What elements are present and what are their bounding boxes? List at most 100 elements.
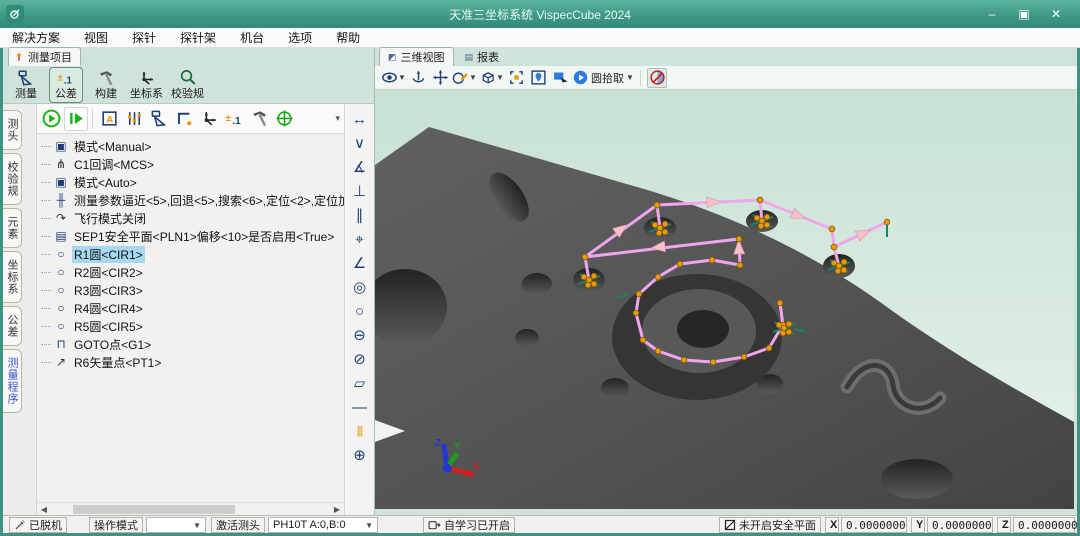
true-position-icon[interactable]: ⊕ [348,444,372,467]
circularity-icon[interactable]: ○ [348,300,372,323]
tree-item-label: 模式<Auto> [72,174,139,191]
circle-icon: ○ [53,284,69,296]
side-tab-element[interactable]: 元素 [3,208,22,248]
tree-item-2[interactable]: ▣模式<Auto> [41,173,344,191]
tree-item-7[interactable]: ○R2圆<CIR2> [41,263,344,281]
rotate-button[interactable] [408,68,428,88]
tolerance-button[interactable]: ±.1 [222,107,246,131]
menu-item-2[interactable]: 探针 [120,28,168,48]
runout-icon[interactable]: ⊘ [348,348,372,371]
tree-item-3[interactable]: ╫测量参数逼近<5>,回退<5>,搜索<6>,定位<2>,定位加<2>,测量 [41,191,344,209]
straightness-icon[interactable]: ― [348,396,372,419]
symmetry-lines-icon[interactable]: ||| [348,420,372,443]
eye-button[interactable]: ▼ [381,68,406,88]
tree-item-12[interactable]: ↗R6矢量点<PT1> [41,353,344,371]
close-button[interactable]: ✕ [1042,4,1070,24]
chevron-down-icon: ▼ [496,73,504,82]
side-tab-probe[interactable]: 测头 [3,110,22,150]
angle-arrows-icon[interactable]: ∨ [348,132,372,155]
tree-item-11[interactable]: ⊓GOTO点<G1> [41,335,344,353]
circle-pick-button[interactable]: 圆拾取▼ [572,68,634,88]
parallelism-icon[interactable]: ∥ [348,204,372,227]
cube-button[interactable]: ▼ [479,68,504,88]
side-tab-tolerance[interactable]: 公差 [3,306,22,346]
menu-item-0[interactable]: 解决方案 [0,28,72,48]
tree-item-label: R5圆<CIR5> [72,318,145,335]
element-target-button[interactable] [272,107,296,131]
panel-tab-label: 测量项目 [28,49,72,65]
parameters-button[interactable] [122,107,146,131]
axes-button[interactable] [197,107,221,131]
scrollbar-track[interactable] [51,504,330,515]
flatness-icon[interactable]: ▱ [348,372,372,395]
menu-item-5[interactable]: 选项 [276,28,324,48]
app-logo-icon [6,5,24,23]
tab-report-label: 报表 [477,49,499,65]
step-button[interactable] [64,107,88,131]
auto-frame-icon: A [100,109,119,128]
tab-measurement-project[interactable]: 测量项目 [8,47,81,66]
locate-pin-button[interactable] [528,68,548,88]
position-icon[interactable]: ⌖ [348,228,372,251]
menu-item-4[interactable]: 机台 [228,28,276,48]
construct-tool[interactable]: 构建 [89,67,123,103]
angularity-icon[interactable]: ∠ [348,252,372,275]
tab-report[interactable]: ▤报表 [456,47,509,66]
tab-3d-view[interactable]: ◩三维视图 [379,47,454,66]
tree-item-label: C1回调<MCS> [72,156,156,173]
side-tab-gauge[interactable]: 校验规 [3,153,22,205]
probe-select[interactable]: PH10T A:0,B:0 ▼ [268,517,378,533]
tree-item-1[interactable]: ⋔C1回调<MCS> [41,155,344,173]
concentricity-icon[interactable]: ◎ [348,276,372,299]
goto-button[interactable] [172,107,196,131]
title-bar: 天准三坐标系统 VispecCube 2024 – ▣ ✕ [0,0,1080,28]
tree-connector [41,200,51,201]
toolbar-overflow-icon[interactable]: ▾ [335,113,342,124]
tolerance-tool[interactable]: ±.1公差 [49,67,83,103]
window-arrow-button[interactable] [550,68,570,88]
edit-view-button[interactable]: ▼ [452,68,477,88]
distance-tolerance-icon[interactable]: ↔ [348,108,372,131]
mode-select[interactable]: ▼ [146,517,206,533]
perpendicularity-icon[interactable]: ⊥ [348,180,372,203]
svg-text:±: ± [58,72,63,82]
offline-label: 已脱机 [29,517,62,533]
tree-item-6[interactable]: ○R1圆<CIR1> [41,245,344,263]
scroll-left-icon[interactable]: ◀ [37,505,51,514]
tree-item-0[interactable]: ▣模式<Manual> [41,137,344,155]
fit-button[interactable] [506,68,526,88]
tree-item-4[interactable]: ↷飞行模式关闭 [41,209,344,227]
viewport-3d[interactable]: ZYX [375,90,1077,515]
menu-item-3[interactable]: 探针架 [168,28,228,48]
scroll-right-icon[interactable]: ▶ [330,505,344,514]
auto-frame-button[interactable]: A [97,107,121,131]
hammer-button[interactable] [247,107,271,131]
gauge-tool[interactable]: 校验规 [170,67,205,103]
maximize-button[interactable]: ▣ [1010,4,1038,24]
menu-item-6[interactable]: 帮助 [324,28,372,48]
minimize-button[interactable]: – [978,4,1006,24]
symmetry-icon[interactable]: ⊖ [348,324,372,347]
horizontal-scrollbar[interactable]: ◀ ▶ [37,502,344,515]
fit-icon [508,69,525,86]
tree-item-label: GOTO点<G1> [72,336,153,353]
stop-button[interactable] [647,68,667,88]
tree-item-label: 模式<Manual> [72,138,153,155]
probe-label-box: 激活测头 [211,517,265,533]
angle-tolerance-icon[interactable]: ∡ [348,156,372,179]
tree-item-10[interactable]: ○R5圆<CIR5> [41,317,344,335]
tree-item-8[interactable]: ○R3圆<CIR3> [41,281,344,299]
tree-item-5[interactable]: ▤SEP1安全平面<PLN1>偏移<10>是否启用<True> [41,227,344,245]
caliper-button[interactable] [147,107,171,131]
tree-item-9[interactable]: ○R4圆<CIR4> [41,299,344,317]
scrollbar-thumb[interactable] [73,505,235,514]
menu-item-1[interactable]: 视图 [72,28,120,48]
side-tab-coordinate[interactable]: 坐标系 [3,251,22,303]
side-tab-program[interactable]: 测量程序 [3,349,22,413]
pan-button[interactable] [430,68,450,88]
measure-tool[interactable]: 测量 [9,67,43,103]
coordinate-tool[interactable]: 坐标系 [129,67,164,103]
mode-label-box: 操作模式 [89,517,143,533]
svg-text:±: ± [225,113,230,124]
run-button[interactable] [39,107,63,131]
